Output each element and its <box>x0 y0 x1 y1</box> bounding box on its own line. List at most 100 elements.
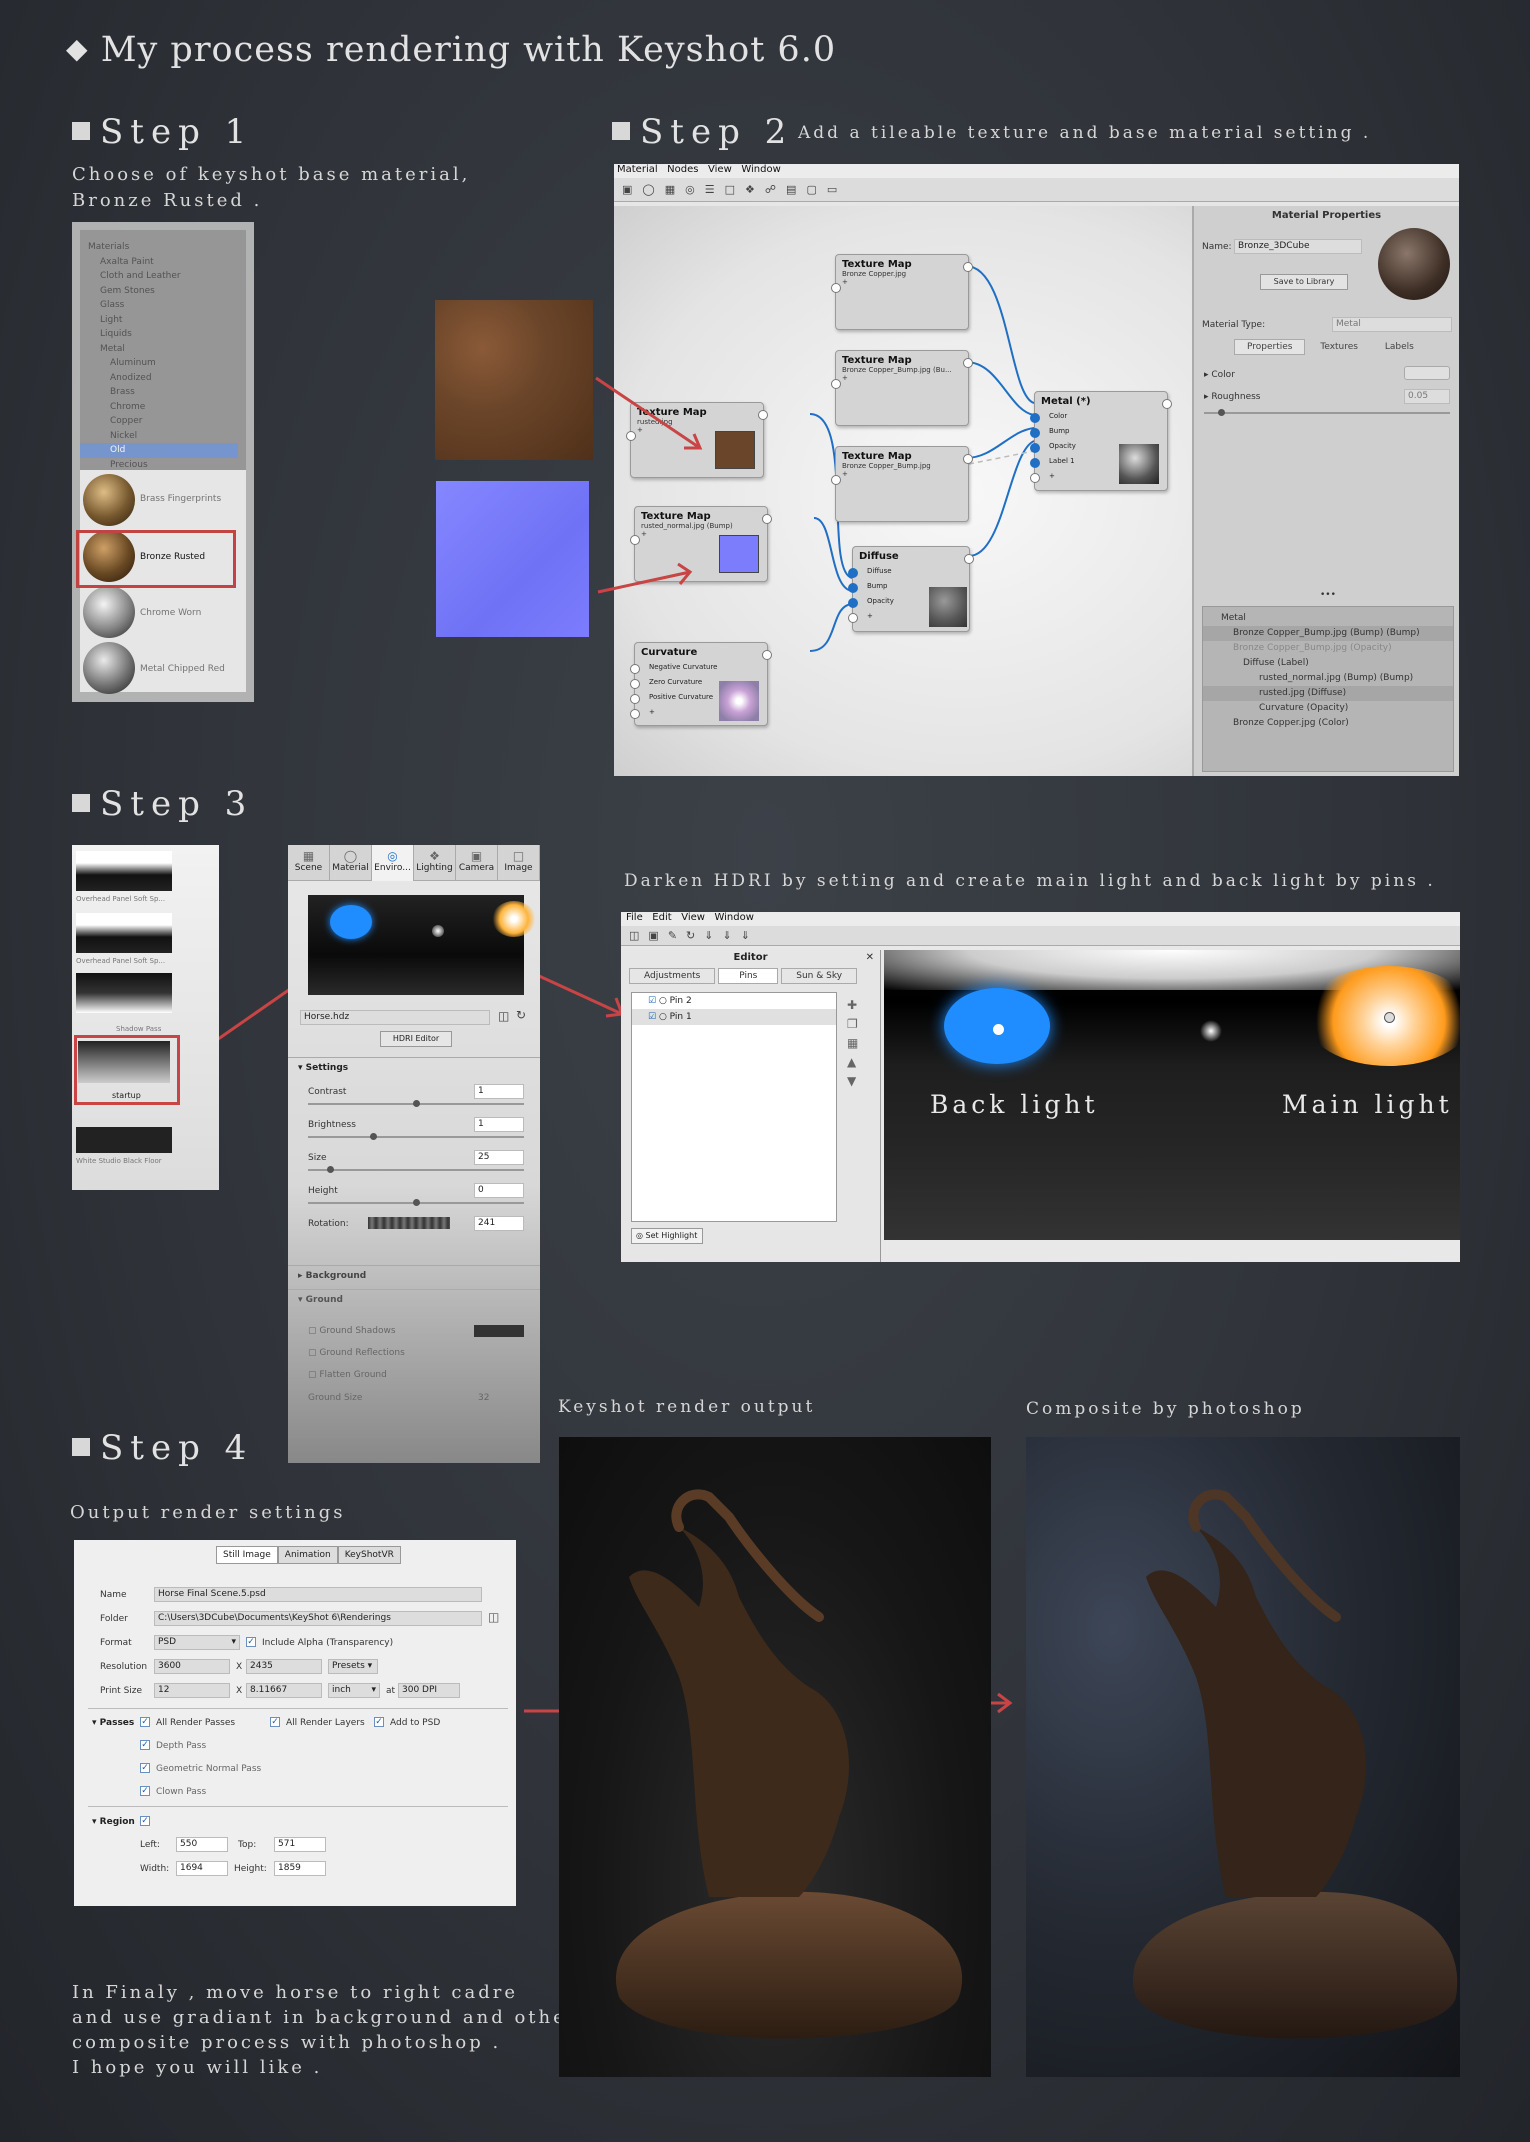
menu-file[interactable]: File <box>626 912 643 923</box>
add-pin-icon[interactable]: ✚ <box>847 996 858 1015</box>
move-up-icon[interactable]: ▲ <box>847 1053 858 1072</box>
add-to-psd-checkbox[interactable]: ✓ <box>374 1717 384 1727</box>
settings-section[interactable]: ▾ Settings <box>298 1063 348 1073</box>
horse-render <box>615 1489 963 2039</box>
refresh-icon[interactable]: ↻ <box>516 1008 526 1022</box>
hdri-menubar: File Edit View Window <box>621 912 1460 926</box>
presets-select[interactable]: Presets ▾ <box>328 1659 378 1674</box>
region-top-field[interactable]: 571 <box>274 1837 326 1852</box>
env-tab[interactable]: ❖ Lighting <box>414 845 456 881</box>
hdri-file-field[interactable]: Horse.hdz <box>300 1010 490 1025</box>
tab-animation[interactable]: Animation <box>277 1546 338 1564</box>
param-slider[interactable] <box>308 1166 524 1173</box>
step3-description: Darken HDRI by setting and create main l… <box>624 871 1436 891</box>
open-icon[interactable]: ◫ <box>629 929 648 942</box>
tab-sun-sky[interactable]: Sun & Sky <box>781 968 858 984</box>
resolution-height-field[interactable]: 2435 <box>246 1659 322 1674</box>
horse-composite <box>1132 1489 1458 2039</box>
env-thumb-2[interactable] <box>76 913 172 953</box>
output-folder-field[interactable]: C:\Users\3DCube\Documents\KeyShot 6\Rend… <box>154 1611 482 1626</box>
ground-shadows-row[interactable]: ▢ Ground Shadows <box>308 1326 396 1336</box>
ground-size-value[interactable]: 32 <box>478 1393 489 1403</box>
save-icon[interactable]: ▣ <box>648 929 667 942</box>
param-value-field[interactable]: 0 <box>474 1183 524 1198</box>
pin-1-row[interactable]: ☑ ○ Pin 1 <box>632 1009 836 1025</box>
tab-pins[interactable]: Pins <box>718 968 779 984</box>
passes-section[interactable]: ▾ Passes <box>92 1718 134 1728</box>
region-checkbox[interactable]: ✓ <box>140 1816 150 1826</box>
flatten-ground-row[interactable]: ▢ Flatten Ground <box>308 1370 387 1380</box>
close-icon[interactable]: ✕ <box>866 952 874 963</box>
tab-adjustments[interactable]: Adjustments <box>629 968 716 984</box>
output-render-settings: Still Image Animation KeyShotVR Name Horse… <box>74 1540 516 1906</box>
region-height-field[interactable]: 1859 <box>274 1861 326 1876</box>
unit-select[interactable]: inch ▾ <box>328 1683 380 1698</box>
env-thumb-1[interactable] <box>76 851 172 891</box>
param-value-field[interactable]: 1 <box>474 1084 524 1099</box>
pin-2-row[interactable]: ☑ ○ Pin 2 <box>632 993 836 1009</box>
param-slider[interactable] <box>308 1199 524 1206</box>
resolution-width-field[interactable]: 3600 <box>154 1659 230 1674</box>
print-height-field[interactable]: 8.11667 <box>246 1683 322 1698</box>
back-light-blob <box>330 905 372 939</box>
param-slider[interactable] <box>308 1133 524 1140</box>
back-light-pin[interactable] <box>993 1024 1004 1035</box>
hdri-editor-button[interactable]: HDRI Editor <box>380 1031 452 1047</box>
duplicate-pin-icon[interactable]: ❐ <box>847 1015 858 1034</box>
tab-icon: ◎ <box>387 849 398 863</box>
region-section[interactable]: ▾ Region <box>92 1817 135 1827</box>
print-width-field[interactable]: 12 <box>154 1683 230 1698</box>
menu-view[interactable]: View <box>681 912 705 923</box>
env-tab[interactable]: ◯ Material <box>330 845 372 881</box>
folder-browse-icon[interactable]: ◫ <box>488 1610 499 1624</box>
import-icon[interactable]: ⇓ <box>722 929 740 942</box>
menu-edit[interactable]: Edit <box>652 912 671 923</box>
export-icon[interactable]: ⇓ <box>741 929 759 942</box>
format-select[interactable]: PSD ▾ <box>154 1635 240 1650</box>
param-value-field[interactable]: 25 <box>474 1150 524 1165</box>
include-alpha-checkbox[interactable]: ✓ <box>246 1637 256 1647</box>
all-render-passes-checkbox[interactable]: ✓ <box>140 1717 150 1727</box>
ground-reflections-row[interactable]: ▢ Ground Reflections <box>308 1348 405 1358</box>
hdri-canvas[interactable]: Back light Main light <box>884 950 1460 1240</box>
background-section[interactable]: ▸ Background <box>298 1271 366 1281</box>
param-value-field[interactable]: 1 <box>474 1117 524 1132</box>
delete-pin-icon[interactable]: ▦ <box>847 1034 858 1053</box>
set-highlight-button[interactable]: ◎ Set Highlight <box>631 1228 703 1244</box>
param-slider[interactable] <box>308 1100 524 1107</box>
tab-keyshotvr[interactable]: KeyShotVR <box>337 1546 401 1564</box>
dpi-field[interactable]: 300 DPI <box>398 1683 460 1698</box>
env-tab[interactable]: ◎ Enviro... <box>372 845 414 881</box>
main-light-pin-blob <box>1304 966 1460 1066</box>
ground-shadow-color[interactable] <box>474 1325 524 1337</box>
tab-icon: □ <box>512 849 525 863</box>
all-render-layers-checkbox[interactable]: ✓ <box>270 1717 280 1727</box>
env-tab[interactable]: □ Image <box>498 845 540 881</box>
depth-pass-checkbox[interactable]: ✓ <box>140 1740 150 1750</box>
env-tab[interactable]: ▦ Scene <box>288 845 330 881</box>
pins-list: ☑ ○ Pin 2 ☑ ○ Pin 1 <box>631 992 837 1222</box>
output-name-field[interactable]: Horse Final Scene.5.psd <box>154 1587 482 1602</box>
rotation-dial[interactable] <box>368 1217 450 1229</box>
brush-icon[interactable]: ✎ <box>668 929 686 942</box>
env-thumb-3[interactable] <box>76 973 172 1013</box>
main-light-pin[interactable] <box>1384 1012 1395 1023</box>
environment-settings-panel: ▦ Scene ◯ Material ◎ Enviro... ❖ Lighting ▣ Camer… <box>288 845 540 1463</box>
menu-window[interactable]: Window <box>714 912 753 923</box>
env-tabs: ▦ Scene ◯ Material ◎ Enviro... ❖ Lighting ▣ Camer… <box>288 845 540 881</box>
ground-section[interactable]: ▾ Ground <box>298 1295 343 1305</box>
back-light-label: Back light <box>930 1090 1099 1119</box>
env-thumb-5[interactable] <box>76 1127 172 1153</box>
env-tab[interactable]: ▣ Camera <box>456 845 498 881</box>
clown-pass-checkbox[interactable]: ✓ <box>140 1786 150 1796</box>
refresh-icon[interactable]: ↻ <box>686 929 704 942</box>
param-value-field[interactable]: 241 <box>474 1216 524 1231</box>
geometric-normal-checkbox[interactable]: ✓ <box>140 1763 150 1773</box>
folder-icon[interactable]: ◫ <box>498 1009 509 1023</box>
tab-still-image[interactable]: Still Image <box>216 1546 278 1564</box>
hdri-preview[interactable] <box>308 895 536 995</box>
region-left-field[interactable]: 550 <box>176 1837 228 1852</box>
download-icon[interactable]: ⇓ <box>704 929 722 942</box>
region-width-field[interactable]: 1694 <box>176 1861 228 1876</box>
move-down-icon[interactable]: ▼ <box>847 1072 858 1091</box>
